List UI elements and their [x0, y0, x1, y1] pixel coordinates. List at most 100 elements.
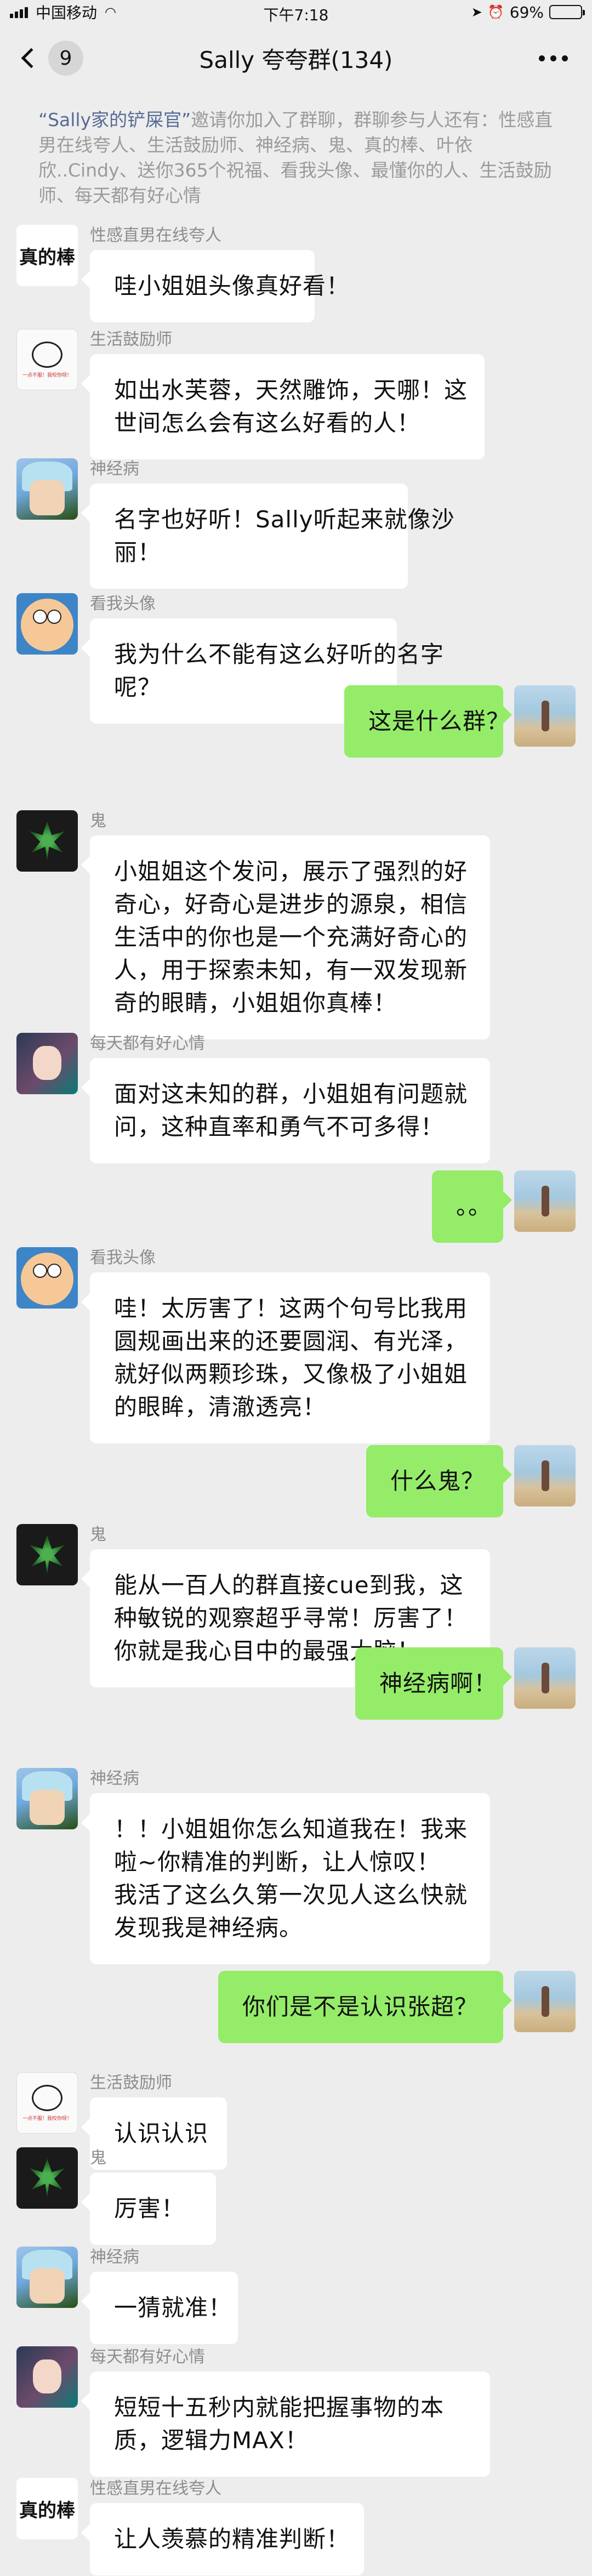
message-text-line: 圆规画出来的还要圆润、有光泽， — [114, 1328, 468, 1355]
sender-name: 生活鼓励师 — [90, 330, 172, 349]
alarm-icon: ⏰ — [487, 4, 504, 20]
message-bubble[interactable]: 什么鬼？ — [366, 1445, 512, 1517]
avatar-caption: 一点不服！我咬你呀！ — [22, 372, 72, 378]
chat-title: Sally 夸夸群(134) — [199, 46, 393, 73]
message-bubble[interactable]: 一猜就准！ — [81, 2272, 238, 2344]
inviter-link[interactable]: “Sally家的铲屎官” — [38, 109, 191, 130]
message-bubble[interactable]: 如出水芙蓉，天然雕饰，天哪！这 世间怎么会有这么好看的人！ — [81, 354, 485, 459]
leaf-icon — [30, 1536, 65, 1574]
message-text-line: 厉害！ — [114, 2195, 185, 2222]
message-text-line: 哇！太厉害了！这两个句号比我用 — [114, 1295, 468, 1322]
message-text-line: 让人羡慕的精准判断！ — [114, 2526, 350, 2552]
signal-icon — [10, 6, 28, 18]
message-text-line: 能从一百人的群直接cue到我，这 — [114, 1572, 464, 1599]
sender-name: 鬼 — [90, 1525, 106, 1544]
message-bubble[interactable]: 哇小姐姐头像真好看！ — [81, 250, 350, 322]
message-text-line: ！！小姐姐你怎么知道我在！我来 — [114, 1816, 468, 1843]
message-bubble[interactable]: 面对这未知的群，小姐姐有问题就 问，这种直率和勇气不可多得！ — [81, 1058, 490, 1163]
message-text-line: 这是什么群？ — [368, 708, 510, 735]
sender-avatar[interactable] — [16, 593, 78, 655]
avatar-face — [30, 2268, 65, 2304]
message-bubble[interactable]: 认识认识 — [81, 2097, 227, 2170]
more-options-button[interactable] — [533, 50, 573, 67]
avatar-eye — [47, 610, 61, 624]
message-bubble[interactable]: 短短十五秒内就能把握事物的本 质，逻辑力MAX！ — [81, 2372, 490, 2477]
sender-avatar[interactable]: 一点不服！我咬你呀！ — [16, 2072, 78, 2134]
avatar-eye — [33, 1264, 47, 1278]
sender-name: 性感直男在线夸人 — [90, 2479, 221, 2498]
message-text-line: 啦~你精准的判断，让人惊叹！ — [114, 1849, 441, 1875]
my-avatar[interactable] — [514, 1445, 576, 1506]
message-text-line: 丽！ — [114, 539, 162, 566]
sender-avatar[interactable] — [16, 1033, 78, 1094]
message-bubble[interactable]: 哇！太厉害了！这两个句号比我用 圆规画出来的还要圆润、有光泽， 就好似两颗珍珠，又像… — [81, 1272, 490, 1443]
sender-avatar[interactable]: 一点不服！我咬你呀！ — [16, 329, 78, 390]
avatar-figure — [542, 1986, 549, 2017]
chat-header: 9 Sally 夸夸群(134) — [0, 24, 592, 92]
wifi-icon: ◠ — [105, 4, 116, 20]
message-text-line: 小姐姐这个发问，展示了强烈的好 — [114, 858, 468, 885]
avatar-face — [33, 2359, 61, 2393]
sender-avatar[interactable] — [16, 2346, 78, 2408]
my-avatar[interactable] — [514, 685, 576, 747]
message-bubble[interactable]: 这是什么群？ — [344, 685, 512, 758]
message-text-line: 哇小姐姐头像真好看！ — [114, 272, 350, 299]
sender-name: 每天都有好心情 — [90, 2347, 205, 2367]
more-dot-icon — [562, 55, 568, 61]
avatar-face — [30, 1790, 65, 1825]
more-dot-icon — [550, 55, 556, 61]
sender-avatar[interactable] — [16, 458, 78, 520]
avatar-figure — [542, 701, 549, 731]
message-bubble[interactable]: 。。 — [432, 1170, 512, 1243]
avatar-eye — [47, 1264, 61, 1278]
message-text-line: 奇的眼睛，小姐姐你真棒！ — [114, 990, 397, 1016]
message-bubble[interactable]: 小姐姐这个发问，展示了强烈的好 奇心，好奇心是进步的源泉，相信 生活中的你也是一个充… — [81, 835, 490, 1039]
message-text-line: 种敏锐的观察超乎寻常！厉害了！ — [114, 1605, 468, 1631]
avatar-face — [21, 599, 73, 651]
unread-count-badge: 9 — [48, 41, 83, 76]
my-avatar[interactable] — [514, 1971, 576, 2032]
sender-avatar[interactable] — [16, 1247, 78, 1309]
message-text-line: 人，用于探索未知，有一双发现新 — [114, 957, 468, 983]
message-bubble[interactable]: 让人羡慕的精准判断！ — [81, 2503, 364, 2575]
message-bubble[interactable]: 厉害！ — [81, 2173, 216, 2245]
sender-avatar[interactable] — [16, 1524, 78, 1585]
sender-name: 看我头像 — [90, 1248, 156, 1267]
message-text-line: 短短十五秒内就能把握事物的本 — [114, 2394, 445, 2421]
carrier-label: 中国移动 — [36, 4, 98, 22]
sender-name: 看我头像 — [90, 594, 156, 613]
sender-avatar[interactable] — [16, 2247, 78, 2308]
message-text-line: 就好似两颗珍珠，又像极了小姐姐 — [114, 1361, 468, 1387]
message-text-line: 名字也好听！Sally听起来就像沙 — [114, 506, 455, 533]
sender-avatar[interactable]: 真的棒 — [16, 2478, 78, 2539]
message-text-line: 问，这种直率和勇气不可多得！ — [114, 1113, 445, 1140]
avatar-figure — [542, 1186, 549, 1216]
message-bubble[interactable]: 神经病啊！ — [355, 1647, 512, 1720]
sender-name: 神经病 — [90, 2248, 139, 2267]
message-text-line: 你们是不是认识张超？ — [242, 1993, 479, 2020]
message-bubble[interactable]: 你们是不是认识张超？ — [218, 1971, 512, 2043]
sender-avatar[interactable] — [16, 1768, 78, 1829]
back-button[interactable]: 9 — [19, 41, 83, 76]
sender-name: 每天都有好心情 — [90, 1034, 205, 1053]
my-avatar[interactable] — [514, 1170, 576, 1232]
message-text-line: 我活了这么久第一次见人这么快就 — [114, 1881, 468, 1908]
message-text-line: 神经病啊！ — [379, 1670, 498, 1697]
location-icon: ➤ — [471, 4, 482, 20]
message-bubble[interactable]: ！！小姐姐你怎么知道我在！我来 啦~你精准的判断，让人惊叹！ 我活了这么久第一次见人… — [81, 1793, 490, 1964]
chevron-left-icon — [21, 48, 42, 69]
sender-avatar[interactable] — [16, 2147, 78, 2209]
avatar-caption: 一点不服！我咬你呀！ — [22, 2116, 72, 2122]
leaf-icon — [30, 2159, 65, 2197]
message-bubble[interactable]: 名字也好听！Sally听起来就像沙 丽！ — [81, 484, 455, 589]
my-avatar[interactable] — [514, 1647, 576, 1709]
sender-avatar[interactable]: 真的棒 — [16, 225, 78, 286]
avatar-figure — [542, 1460, 549, 1491]
message-text-line: 质，逻辑力MAX！ — [114, 2427, 309, 2454]
message-text-line: 一猜就准！ — [114, 2294, 232, 2321]
cartoon-face-icon — [32, 341, 62, 368]
sender-name: 神经病 — [90, 459, 139, 479]
avatar-eye — [33, 610, 47, 624]
message-text-line: 生活中的你也是一个充满好奇心的 — [114, 924, 468, 951]
sender-avatar[interactable] — [16, 810, 78, 872]
